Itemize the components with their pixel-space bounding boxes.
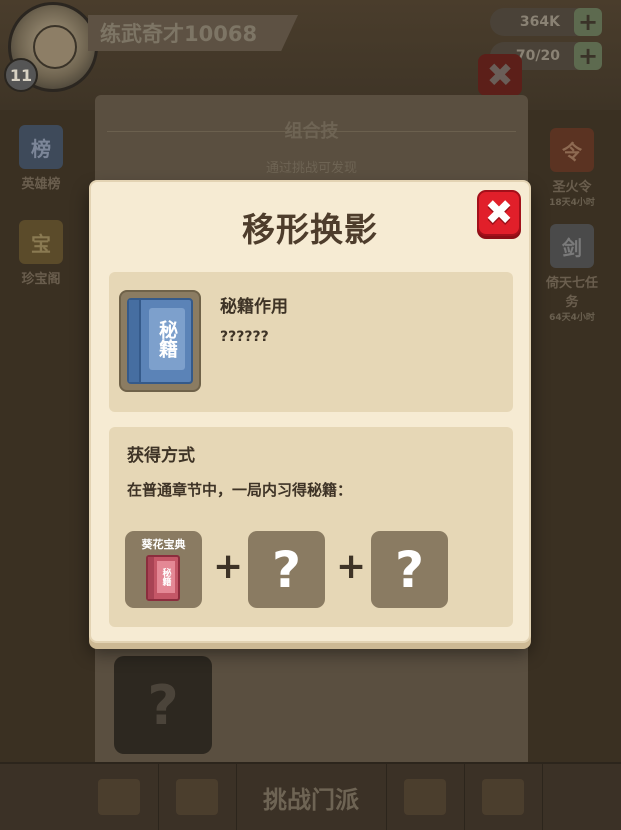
skill-book-icon-frame: 秘籍 (119, 290, 201, 392)
book-spine (129, 300, 141, 382)
bottom-tab-collect[interactable] (464, 764, 543, 830)
acquisition-text: 在普通章节中，一局内习得秘籍： (127, 481, 353, 499)
background-close-button[interactable]: ✖ (478, 54, 522, 96)
locked-skill-slot[interactable]: ? (114, 656, 212, 754)
panel-title: 组合技 (284, 121, 339, 142)
sword-scroll-icon: 剑 (550, 224, 594, 268)
plus-sign: + (213, 546, 244, 587)
plus-sign: + (336, 546, 367, 587)
holy-fire-timer: 18天4小时 (549, 198, 595, 208)
bottom-tab-chest[interactable] (386, 764, 465, 830)
acquisition-title: 获得方式 (127, 446, 195, 466)
holy-fire-label: 圣火令 (552, 180, 592, 195)
mini-book-spine (148, 557, 154, 599)
bottom-nav-bar: 挑战门派 (0, 762, 621, 830)
player-name: 练武奇才10068 (100, 22, 258, 46)
dialog-title: 移形换影 (242, 210, 378, 249)
avatar-face-icon (33, 25, 77, 69)
heaven-sword-label: 倚天七任务 (545, 276, 598, 310)
effect-text: ?????? (220, 329, 269, 345)
heaven-sword-timer: 64天4小时 (549, 313, 595, 323)
currency-amount: 364K (519, 14, 560, 30)
bottom-tab-tasks[interactable] (80, 764, 159, 830)
add-currency-button[interactable]: + (574, 8, 602, 36)
collect-icon (482, 779, 524, 815)
heaven-sword-quest-button[interactable]: 剑 倚天七任务 64天4小时 (540, 224, 604, 323)
holy-fire-event-button[interactable]: 令 圣火令 18天4小时 (540, 128, 604, 208)
ingredient-name: 葵花宝典 (141, 538, 186, 551)
chest-icon (404, 779, 446, 815)
blue-book-icon: 秘籍 (127, 298, 193, 384)
effect-title: 秘籍作用 (220, 297, 288, 317)
ingredient-slot-unknown[interactable]: ? (248, 531, 325, 608)
add-stamina-button[interactable]: + (574, 42, 602, 70)
mini-book-label: 秘籍 (157, 561, 175, 593)
red-book-icon: 秘籍 (146, 555, 180, 601)
player-level-badge: 11 (4, 58, 38, 92)
close-icon: ✖ (484, 193, 514, 233)
book-label: 秘籍 (149, 308, 185, 370)
flame-medal-icon: 令 (550, 128, 594, 172)
rank-icon: 榜 (19, 125, 63, 169)
treasure-pavilion-button[interactable]: 宝 珍宝阁 (9, 220, 73, 300)
book-icon (176, 779, 218, 815)
hero-rank-button[interactable]: 榜 英雄榜 (9, 125, 73, 205)
acquisition-card: 获得方式 在普通章节中，一局内习得秘籍： 葵花宝典 秘籍 + ? + ? (109, 427, 513, 627)
ingredient-slot-known[interactable]: 葵花宝典 秘籍 (125, 531, 202, 608)
hero-rank-label: 英雄榜 (21, 177, 61, 192)
stamina-amount: 70/20 (515, 48, 560, 64)
panel-subtitle: 通过挑战可发现 (265, 161, 357, 176)
treasure-pavilion-label: 珍宝阁 (21, 272, 61, 287)
treasure-chest-icon: 宝 (19, 220, 63, 264)
ingredient-slot-unknown[interactable]: ? (371, 531, 448, 608)
bottom-tab-books[interactable] (158, 764, 237, 830)
bottom-tab-challenge-sect[interactable]: 挑战门派 (236, 764, 387, 830)
skill-detail-dialog: 移形换影 ✖ 秘籍 秘籍作用 ?????? 获得方式 在普通章节中，一局内习得秘… (89, 180, 531, 643)
effect-card: 秘籍 秘籍作用 ?????? (109, 272, 513, 412)
close-button[interactable]: ✖ (477, 190, 521, 236)
task-board-icon (98, 779, 140, 815)
